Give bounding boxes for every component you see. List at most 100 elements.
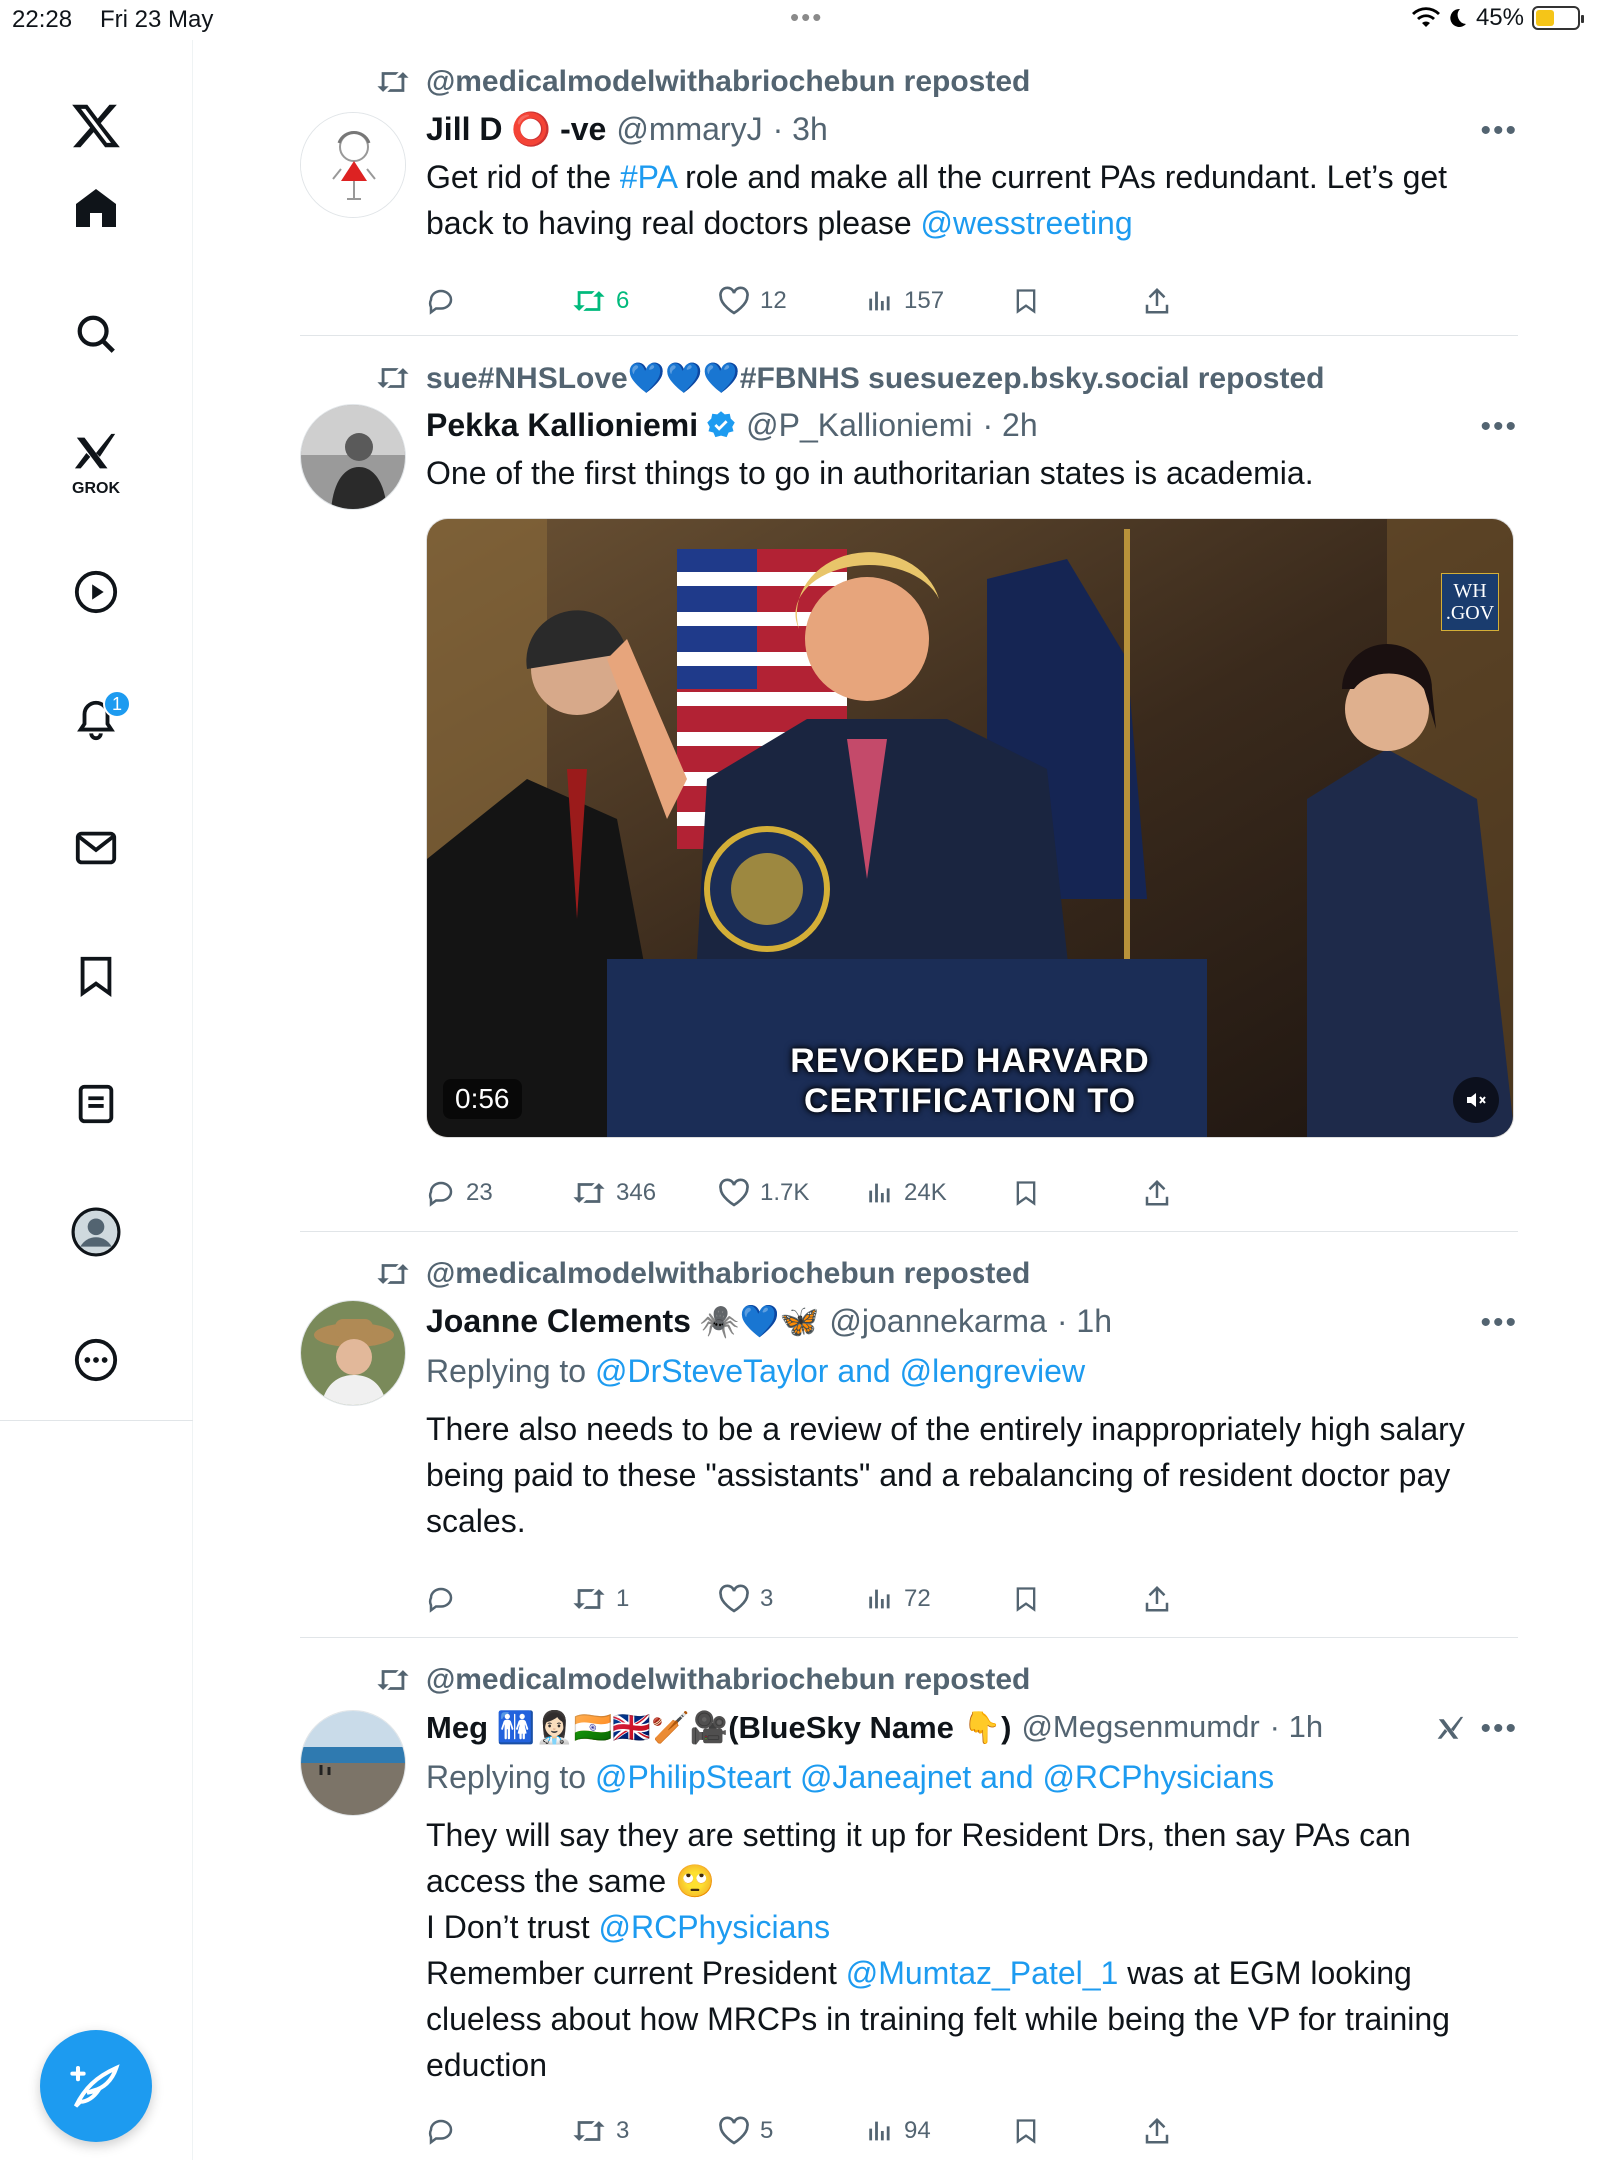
search-icon[interactable] [48, 298, 144, 370]
repost-by-label[interactable]: @medicalmodelwithabriochebun reposted [426, 1257, 1030, 1291]
post-time[interactable]: · 1h [1270, 1709, 1323, 1745]
repost-icon [573, 1589, 605, 1609]
more-menu-icon[interactable]: ••• [1480, 1306, 1518, 1340]
share-button[interactable] [1142, 1584, 1172, 1614]
repost-button[interactable]: 346 [572, 1179, 656, 1207]
tweet-post-4[interactable]: @medicalmodelwithabriochebun reposted Me… [300, 1638, 1518, 2158]
tweet-post-2[interactable]: sue#NHSLove💙💙💙#FBNHS suesuezep.bsky.soci… [300, 336, 1518, 1232]
watermark-text: WH [1453, 580, 1487, 602]
wh-gov-watermark: WH .GOV [1441, 573, 1499, 631]
repost-count: 1 [616, 1585, 630, 1612]
reply-icon [428, 1181, 453, 1207]
view-count: 94 [904, 2117, 931, 2144]
compose-post-button[interactable] [40, 2030, 152, 2142]
views-button[interactable]: 72 [866, 1585, 931, 1613]
author-handle[interactable]: @Megsenmumdr [1021, 1709, 1259, 1745]
author-name[interactable]: Pekka Kallioniemi [426, 407, 698, 444]
share-button[interactable] [1142, 286, 1172, 316]
views-chart-icon [869, 1589, 890, 1609]
repost-icon [573, 1183, 605, 1203]
reply-button[interactable]: 23 [426, 1178, 493, 1208]
repost-by-label[interactable]: sue#NHSLove💙💙💙#FBNHS suesuezep.bsky.soci… [426, 361, 1324, 396]
replying-to-links[interactable]: @DrSteveTaylor and @lengreview [595, 1353, 1085, 1389]
post-time[interactable]: · 2h [982, 407, 1037, 444]
bookmark-button[interactable] [1012, 2115, 1040, 2147]
mention-link[interactable]: @Mumtaz_Patel_1 [846, 1955, 1119, 1991]
mention-link[interactable]: @RCPhysicians [599, 1909, 831, 1945]
like-button[interactable]: 3 [718, 1584, 773, 1614]
repost-button[interactable]: 6 [572, 287, 629, 315]
like-button[interactable]: 12 [718, 286, 787, 316]
profile-avatar-icon[interactable] [48, 1196, 144, 1268]
author-handle[interactable]: @mmaryJ [616, 111, 762, 148]
hashtag-link[interactable]: #PA [620, 159, 676, 195]
avatar[interactable] [300, 1300, 406, 1406]
avatar[interactable] [300, 1710, 406, 1816]
grok-icon[interactable]: GROK [48, 428, 144, 500]
video-play-icon[interactable] [48, 556, 144, 628]
video-caption: REVOKED HARVARD CERTIFICATION TO [427, 1041, 1513, 1121]
lists-icon[interactable] [48, 1068, 144, 1140]
repost-indicator: @medicalmodelwithabriochebun reposted [300, 1252, 1518, 1296]
views-button[interactable]: 157 [866, 287, 944, 315]
text-segment: Remember current President [426, 1955, 846, 1991]
tweet-header: Meg 🚻👩🏻‍⚕️🇮🇳🇬🇧🏏🎥(BlueSky Name 👇) @Megsen… [426, 1702, 1518, 1752]
mention-link[interactable]: @wesstreeting [921, 205, 1133, 241]
avatar[interactable] [300, 404, 406, 510]
reply-icon [428, 2119, 453, 2145]
more-menu-icon[interactable]: ••• [1480, 410, 1518, 444]
views-button[interactable]: 24K [866, 1179, 947, 1207]
more-menu-icon[interactable]: ••• [1480, 1712, 1518, 1746]
bookmark-button[interactable] [1012, 1583, 1040, 1615]
x-logo-icon[interactable] [48, 90, 144, 162]
author-name[interactable]: Joanne Clements 🕷️💙🦋 [426, 1302, 819, 1340]
share-button[interactable] [1142, 2116, 1172, 2146]
reply-button[interactable] [426, 286, 456, 316]
tweet-header: Joanne Clements 🕷️💙🦋 @joannekarma · 1h •… [426, 1296, 1518, 1346]
reply-button[interactable] [426, 2116, 456, 2146]
author-handle[interactable]: @P_Kallioniemi [746, 407, 972, 444]
home-icon[interactable] [48, 172, 144, 244]
more-menu-icon[interactable]: ••• [1480, 114, 1518, 148]
bookmark-button[interactable] [1012, 285, 1040, 317]
bookmarks-icon[interactable] [48, 940, 144, 1012]
reply-button[interactable] [426, 1584, 456, 1614]
views-button[interactable]: 94 [866, 2117, 931, 2145]
like-button[interactable]: 5 [718, 2116, 773, 2146]
like-button[interactable]: 1.7K [718, 1178, 809, 1208]
multitasking-dots[interactable]: ••• [790, 2, 823, 33]
speaker-muted-icon [1467, 1093, 1486, 1107]
post-time[interactable]: · 3h [773, 111, 828, 148]
share-icon [1145, 1585, 1169, 1612]
tweet-post-3[interactable]: @medicalmodelwithabriochebun reposted Jo… [300, 1232, 1518, 1638]
tweet-post-1[interactable]: @medicalmodelwithabriochebun reposted Ji… [300, 40, 1518, 336]
mute-button[interactable] [1453, 1077, 1499, 1123]
views-chart-icon [869, 2121, 890, 2141]
repost-button[interactable]: 1 [572, 1585, 629, 1613]
video-player[interactable]: WH .GOV REVOKED HARVARD CERTIFICATION TO … [426, 518, 1514, 1138]
more-options-icon[interactable] [48, 1324, 144, 1396]
notifications-bell-icon[interactable]: 1 [48, 684, 144, 756]
repost-count: 6 [616, 287, 630, 314]
grok-icon[interactable] [1434, 1714, 1468, 1744]
status-date: Fri 23 May [100, 6, 214, 33]
repost-count: 346 [616, 1179, 657, 1206]
watermark-text: .GOV [1445, 602, 1495, 624]
like-count: 5 [760, 2117, 774, 2144]
author-name[interactable]: Meg 🚻👩🏻‍⚕️🇮🇳🇬🇧🏏🎥(BlueSky Name 👇) [426, 1709, 1011, 1746]
bookmark-button[interactable] [1012, 1177, 1040, 1209]
replying-to-links[interactable]: @PhilipSteart @Janeajnet and @RCPhysicia… [595, 1759, 1274, 1795]
repost-by-label[interactable]: @medicalmodelwithabriochebun reposted [426, 1663, 1030, 1697]
reply-icon [428, 1587, 453, 1613]
tweet-text: There also needs to be a review of the e… [426, 1411, 1465, 1539]
avatar[interactable] [300, 112, 406, 218]
author-name[interactable]: Jill D ⭕ -ve [426, 110, 606, 148]
video-duration: 0:56 [443, 1079, 522, 1119]
post-time[interactable]: · 1h [1057, 1303, 1112, 1340]
author-handle[interactable]: @joannekarma [829, 1303, 1046, 1340]
messages-envelope-icon[interactable] [48, 812, 144, 884]
repost-by-label[interactable]: @medicalmodelwithabriochebun reposted [426, 65, 1030, 99]
share-button[interactable] [1142, 1178, 1172, 1208]
repost-button[interactable]: 3 [572, 2117, 629, 2145]
bookmark-icon [1016, 1181, 1036, 1206]
